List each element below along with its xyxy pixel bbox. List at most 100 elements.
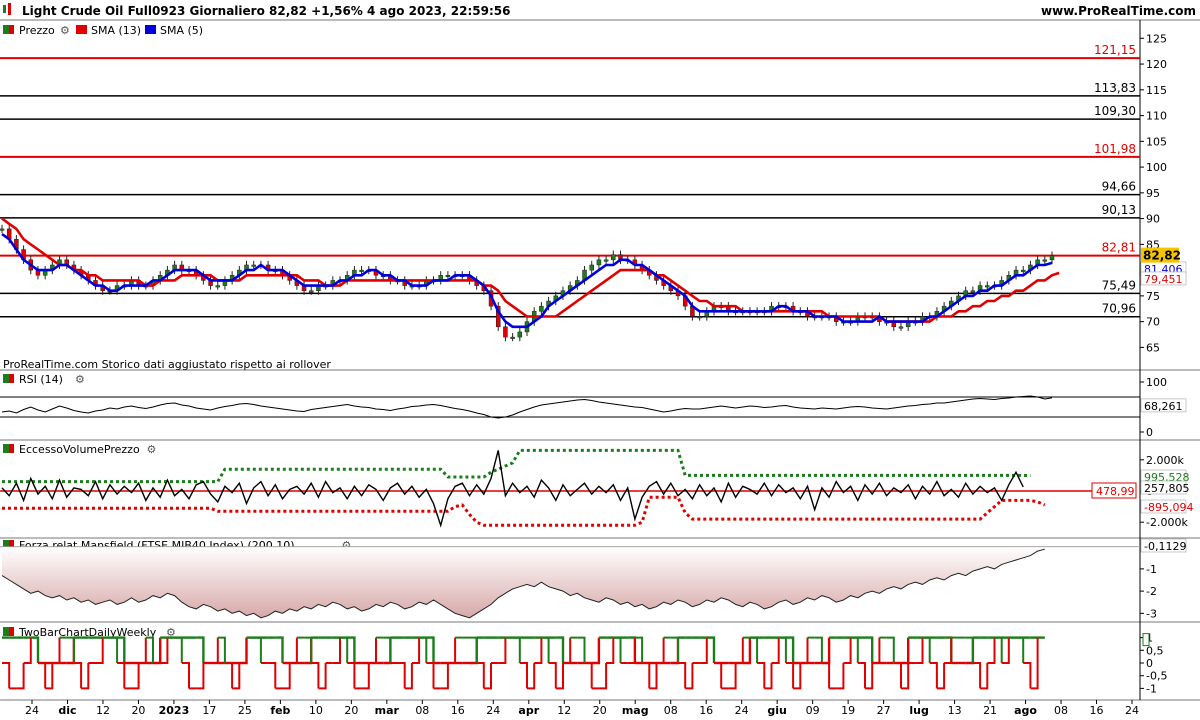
price-candle[interactable] — [1049, 255, 1055, 261]
price-candle[interactable] — [359, 269, 364, 272]
y-tick-label: 95 — [1146, 187, 1160, 200]
price-candle[interactable] — [898, 326, 904, 329]
price-candle[interactable] — [517, 331, 523, 338]
y-tick-label: 115 — [1146, 84, 1167, 97]
price-candle[interactable] — [445, 275, 451, 278]
volume-title[interactable]: EccessoVolumePrezzo — [19, 443, 140, 456]
y-tick-label: 65 — [1146, 341, 1160, 354]
price-candle[interactable] — [510, 336, 515, 339]
legend-prezzo[interactable]: Prezzo — [19, 24, 55, 37]
last-price-label: 82,82 — [1143, 249, 1181, 263]
x-tick-label: 16 — [451, 704, 465, 717]
chart-title: Light Crude Oil Full0923 Giornaliero 82,… — [22, 4, 510, 18]
y-tick-label: 70 — [1146, 316, 1160, 329]
x-tick-label: mar — [375, 704, 400, 717]
sma13-color-icon — [76, 25, 87, 34]
x-tick-label: 16 — [1090, 704, 1104, 717]
x-tick-label: 20 — [131, 704, 145, 717]
price-candle[interactable] — [589, 264, 594, 271]
price-candle[interactable] — [215, 285, 221, 288]
x-tick-label: lug — [909, 704, 928, 717]
level-label: 82,81 — [1102, 241, 1136, 255]
x-tick-label: 24 — [25, 704, 39, 717]
legend-sma5[interactable]: SMA (5) — [160, 24, 203, 37]
price-candle[interactable] — [970, 290, 976, 293]
y-tick-label: 110 — [1146, 110, 1167, 123]
x-tick-label: 24 — [1125, 704, 1139, 717]
sma5-color-icon — [145, 25, 156, 34]
y-tick-label: -0,5 — [1146, 670, 1167, 683]
level-label: 109,30 — [1094, 104, 1136, 118]
price-candle[interactable] — [0, 228, 5, 231]
x-tick-label: ago — [1014, 704, 1037, 717]
x-tick-label: giu — [767, 704, 786, 717]
x-tick-label: 20 — [344, 704, 358, 717]
x-tick-label: 13 — [948, 704, 962, 717]
x-tick-label: 10 — [309, 704, 323, 717]
x-tick-label: 24 — [486, 704, 500, 717]
twobar-last-badge — [1142, 633, 1150, 647]
x-tick-label: 08 — [415, 704, 429, 717]
price-candle[interactable] — [611, 254, 616, 261]
watermark: ProRealTime.com Storico dati aggiustato … — [3, 358, 331, 371]
y-tick-label: -3 — [1146, 607, 1157, 620]
mansfield-last-value: -0,1129 — [1144, 540, 1186, 553]
price-candle[interactable] — [697, 316, 702, 319]
level-label: 113,83 — [1094, 81, 1136, 95]
sma13-last-value: 79,451 — [1144, 273, 1183, 286]
price-candle[interactable] — [308, 290, 314, 293]
y-tick-label: 120 — [1146, 58, 1167, 71]
price-candle[interactable] — [539, 305, 544, 312]
x-tick-label: apr — [518, 704, 539, 717]
y-tick-label: 2.000k — [1146, 454, 1184, 467]
x-tick-label: 2023 — [159, 704, 190, 717]
level-label: 94,66 — [1102, 180, 1136, 194]
y-tick-label: -1 — [1146, 563, 1157, 576]
price-candle[interactable] — [503, 326, 508, 338]
y-tick-label: 100 — [1146, 376, 1167, 389]
y-tick-label: 125 — [1146, 32, 1167, 45]
y-tick-label: 90 — [1146, 213, 1160, 226]
x-tick-label: 21 — [983, 704, 997, 717]
price-candle[interactable] — [1020, 269, 1026, 272]
legend-sma13[interactable]: SMA (13) — [91, 24, 141, 37]
threshold-label: 478,99 — [1096, 485, 1135, 498]
x-tick-label: mag — [622, 704, 649, 717]
x-tick-label: 27 — [877, 704, 891, 717]
rsi-last-value: 68,261 — [1144, 400, 1183, 413]
x-tick-label: 12 — [557, 704, 571, 717]
volume-last-value: -895,094 — [1144, 501, 1193, 514]
y-tick-label: 0,5 — [1146, 644, 1164, 657]
level-label: 101,98 — [1094, 142, 1136, 156]
chart-canvas: Light Crude Oil Full0923 Giornaliero 82,… — [0, 0, 1200, 720]
level-label: 121,15 — [1094, 43, 1136, 57]
y-tick-label: 100 — [1146, 161, 1167, 174]
x-tick-label: 08 — [664, 704, 678, 717]
y-tick-label: 75 — [1146, 290, 1160, 303]
wrench-icon[interactable]: ⚙ — [147, 443, 157, 456]
x-tick-label: 17 — [202, 704, 216, 717]
price-candle[interactable] — [596, 259, 602, 266]
site-url[interactable]: www.ProRealTime.com — [1041, 4, 1196, 18]
price-candle[interactable] — [603, 259, 609, 262]
rsi-title[interactable]: RSI (14) — [19, 373, 63, 386]
x-tick-label: 09 — [806, 704, 820, 717]
y-tick-label: -1 — [1146, 682, 1157, 695]
y-tick-label: -2.000k — [1146, 516, 1188, 529]
y-tick-label: 105 — [1146, 135, 1167, 148]
wrench-icon[interactable]: ⚙ — [75, 373, 85, 386]
x-tick-label: 12 — [96, 704, 110, 717]
x-tick-label: dic — [58, 704, 76, 717]
level-label: 90,13 — [1102, 203, 1136, 217]
wrench-icon[interactable]: ⚙ — [60, 24, 70, 37]
level-label: 75,49 — [1102, 278, 1136, 292]
level-label: 70,96 — [1102, 302, 1136, 316]
price-candle[interactable] — [985, 285, 990, 288]
x-tick-label: 08 — [1054, 704, 1068, 717]
x-tick-label: 19 — [841, 704, 855, 717]
price-candle[interactable] — [1042, 259, 1048, 262]
price-candle[interactable] — [251, 264, 256, 267]
y-tick-label: -2 — [1146, 585, 1157, 598]
x-tick-label: 16 — [699, 704, 713, 717]
y-tick-label: 0 — [1146, 426, 1153, 439]
